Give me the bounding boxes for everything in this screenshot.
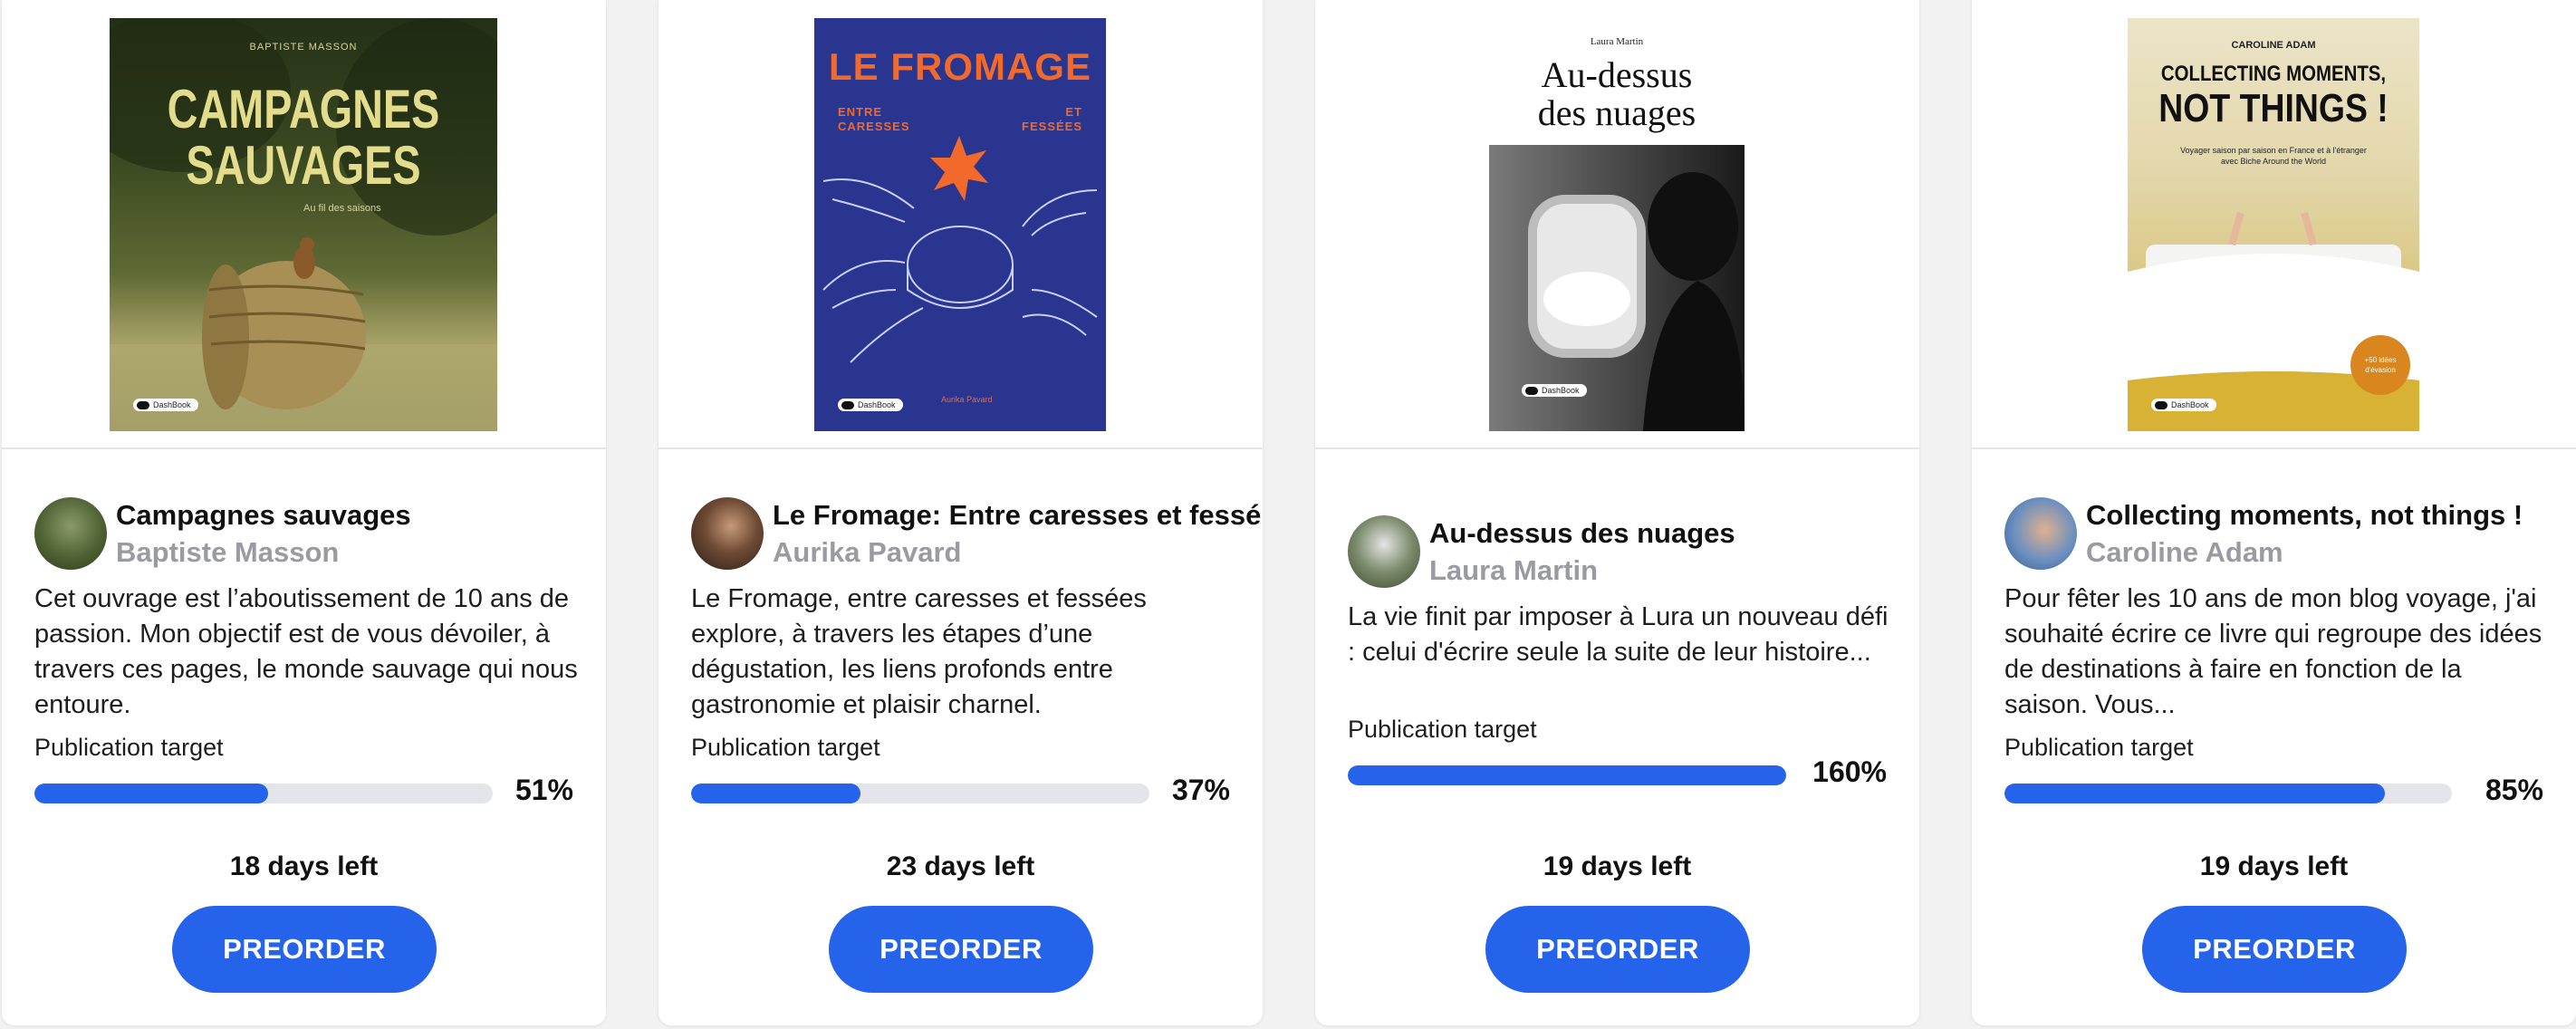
- preorder-button[interactable]: PREORDER: [2142, 906, 2407, 993]
- author-name[interactable]: Baptiste Masson: [116, 534, 605, 571]
- cover-area: LE FROMAGE ENTRE CARESSES ET FESSÉES Das…: [658, 0, 1263, 449]
- preorder-button[interactable]: PREORDER: [1485, 906, 1750, 993]
- brand-logo-icon: [2155, 400, 2167, 409]
- funding-progress-bar: [2004, 784, 2452, 803]
- author-avatar[interactable]: [1348, 515, 1420, 588]
- funding-progress-fill: [691, 784, 861, 803]
- funding-percent: 51%: [514, 774, 573, 806]
- book-card-campagnes-sauvages[interactable]: BAPTISTE MASSON CAMPAGNES SAUVAGES Au fi…: [2, 0, 606, 1025]
- days-left: 19 days left: [2199, 851, 2349, 881]
- book-title[interactable]: Le Fromage: Entre caresses et fessé: [773, 496, 1262, 534]
- book-cover[interactable]: BAPTISTE MASSON CAMPAGNES SAUVAGES Au fi…: [110, 18, 497, 431]
- author-name[interactable]: Laura Martin: [1429, 553, 1918, 589]
- book-header: Collecting moments, not things ! Carolin…: [2004, 496, 2575, 571]
- funding-progress-bar: [1348, 765, 1786, 785]
- author-avatar[interactable]: [2004, 497, 2077, 570]
- book-title[interactable]: Campagnes sauvages: [116, 496, 605, 534]
- cover-subtitle: Au fil des saisons: [303, 203, 381, 214]
- cover-area: BAPTISTE MASSON CAMPAGNES SAUVAGES Au fi…: [2, 0, 606, 449]
- cover-brand: DashBook: [2151, 399, 2216, 411]
- cover-title: Au-dessus des nuages: [1537, 54, 1697, 133]
- cover-badge: +50 idées d'évasion: [2350, 335, 2410, 395]
- author-name[interactable]: Aurika Pavard: [773, 534, 1262, 571]
- cover-area: CAROLINE ADAM COLLECTING MOMENTS, NOT TH…: [1972, 0, 2576, 449]
- cover-title: CAMPAGNES SAUVAGES: [167, 79, 440, 196]
- funding-progress-fill: [1348, 765, 1786, 785]
- book-description: Cet ouvrage est l’aboutissement de 10 an…: [34, 584, 578, 719]
- days-left: 23 days left: [886, 851, 1035, 881]
- days-left: 19 days left: [1543, 851, 1692, 881]
- book-cover[interactable]: Laura Martin Au-dessus des nuages DashBo…: [1489, 18, 1745, 431]
- book-card-le-fromage[interactable]: LE FROMAGE ENTRE CARESSES ET FESSÉES Das…: [658, 0, 1263, 1025]
- brand-logo-icon: [137, 400, 149, 409]
- book-cover[interactable]: CAROLINE ADAM COLLECTING MOMENTS, NOT TH…: [2128, 18, 2419, 431]
- cover-brand: DashBook: [133, 399, 198, 411]
- book-card-au-dessus-des-nuages[interactable]: Laura Martin Au-dessus des nuages DashBo…: [1315, 0, 1919, 1025]
- author-avatar[interactable]: [34, 497, 107, 570]
- cover-author: Laura Martin: [1590, 36, 1644, 47]
- funding-progress-bar: [34, 784, 493, 803]
- funding-percent: 160%: [1812, 755, 1887, 788]
- funding-progress-bar: [691, 784, 1149, 803]
- preorder-button[interactable]: PREORDER: [172, 906, 437, 993]
- publication-target-label: Publication target: [2004, 734, 2194, 761]
- cover-illustration: [822, 136, 1098, 363]
- book-title[interactable]: Au-dessus des nuages: [1429, 514, 1918, 553]
- cover-brand: DashBook: [838, 399, 903, 411]
- brand-logo-icon: [841, 400, 854, 409]
- cover-author: BAPTISTE MASSON: [249, 42, 358, 53]
- book-card-collecting-moments[interactable]: CAROLINE ADAM COLLECTING MOMENTS, NOT TH…: [1972, 0, 2576, 1025]
- book-description: Pour fêter les 10 ans de mon blog voyage…: [2004, 584, 2542, 719]
- book-header: Campagnes sauvages Baptiste Masson: [34, 496, 605, 571]
- brand-logo-icon: [1525, 386, 1538, 395]
- publication-target-label: Publication target: [34, 734, 224, 761]
- funding-percent: 37%: [1171, 774, 1230, 806]
- author-avatar[interactable]: [691, 497, 764, 570]
- publication-target-label: Publication target: [1348, 716, 1537, 743]
- funding-progress-fill: [2004, 784, 2385, 803]
- funding-percent: 85%: [2485, 774, 2543, 806]
- cover-author: Aurika Pavard: [941, 395, 993, 404]
- preorder-button[interactable]: PREORDER: [829, 906, 1093, 993]
- author-name[interactable]: Caroline Adam: [2086, 534, 2575, 571]
- cover-brand: DashBook: [1522, 384, 1587, 397]
- book-cover[interactable]: LE FROMAGE ENTRE CARESSES ET FESSÉES Das…: [814, 18, 1106, 431]
- book-description: Le Fromage, entre caresses et fessées ex…: [691, 584, 1147, 719]
- book-description: La vie finit par imposer à Lura un nouve…: [1348, 602, 1889, 667]
- funding-progress-fill: [34, 784, 269, 803]
- cover-area: Laura Martin Au-dessus des nuages DashBo…: [1315, 0, 1919, 449]
- publication-target-label: Publication target: [691, 734, 880, 761]
- book-header: Au-dessus des nuages Laura Martin: [1348, 514, 1918, 589]
- book-title[interactable]: Collecting moments, not things !: [2086, 496, 2575, 534]
- book-header: Le Fromage: Entre caresses et fessé Auri…: [691, 496, 1262, 571]
- days-left: 18 days left: [229, 851, 379, 881]
